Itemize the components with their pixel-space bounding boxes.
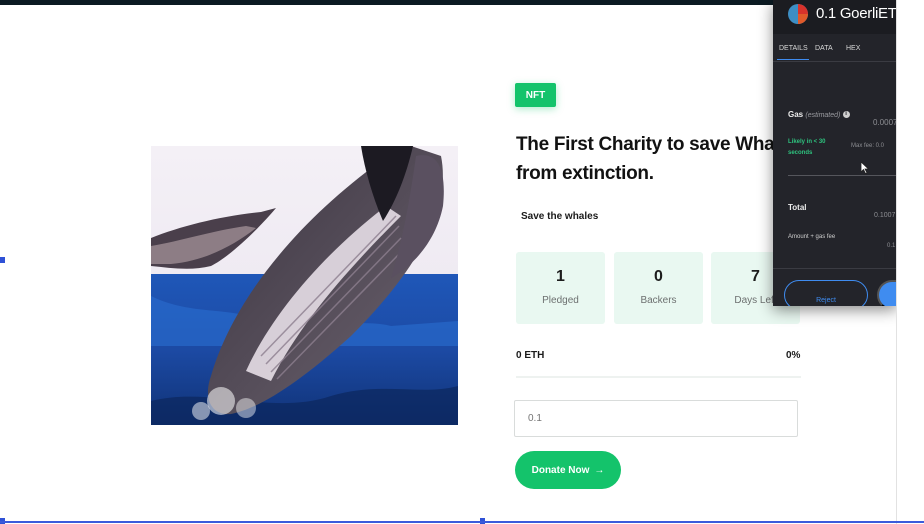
window-edge — [896, 0, 924, 524]
info-icon[interactable]: i — [842, 111, 850, 119]
whale-image — [151, 146, 458, 425]
gas-value: 0.0007 — [873, 118, 897, 127]
wallet-divider — [773, 268, 897, 269]
raised-amount: 0 ETH — [516, 350, 545, 361]
funded-percent: 0% — [786, 350, 801, 361]
selection-border — [0, 521, 924, 523]
stat-pledged: 1 Pledged — [516, 252, 605, 324]
stat-label: Pledged — [542, 295, 579, 306]
gas-label: Gas (estimated) i — [788, 110, 850, 119]
stat-label: Backers — [640, 295, 677, 306]
donate-button-label: Donate Now — [531, 464, 590, 476]
funding-progress-bar — [516, 376, 801, 378]
nft-badge: NFT — [515, 83, 556, 107]
amount-gas-value: 0.1 — [887, 243, 896, 249]
stat-backers: 0 Backers — [614, 252, 703, 324]
amount-gas-label: Amount + gas fee — [788, 234, 836, 240]
total-value: 0.1007 — [874, 212, 896, 219]
gas-label-text: Gas — [788, 110, 804, 119]
total-label: Total — [788, 203, 807, 212]
arrow-right-icon: → — [594, 464, 605, 476]
tab-details[interactable]: DETAILS — [779, 45, 808, 52]
metamask-network-icon — [788, 4, 808, 24]
stat-value: 0 — [654, 268, 663, 285]
mouse-cursor-icon — [861, 162, 869, 174]
active-tab-indicator — [777, 59, 809, 60]
gas-timing-estimate: Likely in < 30 seconds — [788, 139, 826, 156]
wallet-divider — [773, 61, 897, 62]
stat-value: 1 — [556, 268, 565, 285]
wallet-tabs: DETAILS DATA HEX — [773, 43, 897, 61]
wallet-confirmation-popup: 0.1 GoerliETH DETAILS DATA HEX Gas (esti… — [773, 0, 897, 306]
reject-button[interactable]: Reject — [784, 280, 868, 306]
selection-handle — [0, 257, 5, 263]
wallet-divider — [788, 175, 897, 176]
campaign-title: The First Charity to save Whales from ex… — [516, 134, 800, 184]
donate-now-button[interactable]: Donate Now → — [515, 451, 621, 489]
wallet-header: 0.1 GoerliETH — [773, 0, 897, 34]
wallet-transaction-amount: 0.1 GoerliETH — [816, 5, 897, 22]
confirm-button[interactable] — [877, 280, 897, 306]
tab-data[interactable]: DATA — [815, 45, 833, 52]
max-fee: Max fee: 0.0 — [851, 143, 885, 149]
tab-hex[interactable]: HEX — [846, 45, 860, 52]
donation-amount-input[interactable] — [514, 400, 798, 437]
campaign-subtitle: Save the whales — [521, 211, 599, 222]
gas-estimated-text: (estimated) — [805, 112, 841, 119]
